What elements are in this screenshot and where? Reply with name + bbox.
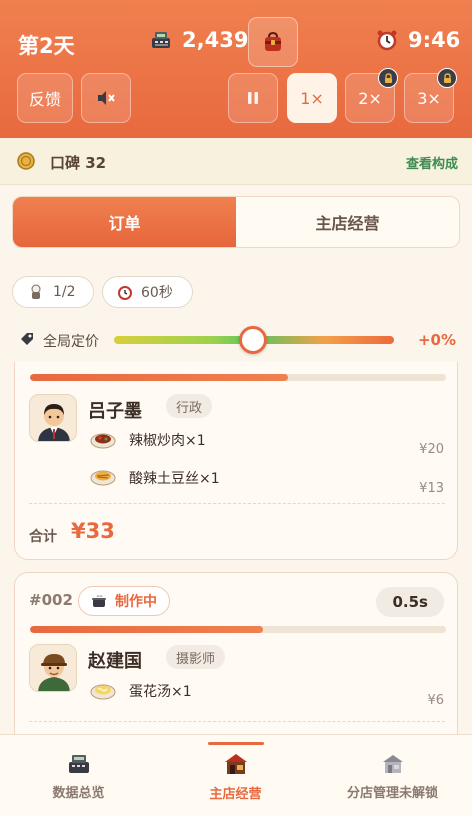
order-card: #002 制作中 0.5s 赵建国 摄影师 蛋花汤×1 ¥6 xyxy=(14,572,458,734)
top-bar: 第2天 2,439 9:46 反馈 1× 2× 3× xyxy=(0,0,472,138)
nav-label: 主店经营 xyxy=(209,786,262,802)
cash-register-icon xyxy=(68,754,89,773)
nav-label: 数据总览 xyxy=(52,785,105,801)
order-timer-pill: 60秒 xyxy=(102,276,193,308)
dish-name: 辣椒炒肉×1 xyxy=(129,433,206,449)
pricing-value: +0% xyxy=(417,331,456,349)
customer-job-tag: 摄影师 xyxy=(166,645,226,669)
shredded-potato-icon xyxy=(90,470,116,486)
day-counter: 第2天 xyxy=(18,34,75,58)
nav-main-store[interactable]: 主店经营 xyxy=(157,735,314,816)
speaker-muted-icon xyxy=(98,91,115,105)
seat-count-pill: 1/2 xyxy=(12,276,94,308)
cash-register-icon xyxy=(152,32,170,48)
businessman-avatar-icon xyxy=(30,395,76,441)
order-time-left: 0.5s xyxy=(376,587,444,617)
customer-avatar xyxy=(29,644,77,692)
speed-2x-button[interactable]: 2× xyxy=(345,68,398,123)
nav-active-indicator xyxy=(208,742,264,745)
alarm-clock-icon xyxy=(118,286,132,300)
backpack-icon xyxy=(265,31,281,51)
lock-icon xyxy=(437,68,457,88)
order-divider xyxy=(29,503,445,504)
dish-price: ¥20 xyxy=(419,442,444,457)
speed-3x-button[interactable]: 3× xyxy=(404,68,457,123)
seat-count: 1/2 xyxy=(53,284,76,300)
money-amount: 2,439 xyxy=(182,28,249,52)
reputation-score: 口碑 32 xyxy=(50,154,107,172)
customer-avatar xyxy=(29,394,77,442)
view-breakdown-link[interactable]: 查看构成 xyxy=(406,153,458,172)
cooking-pot-icon xyxy=(92,595,106,607)
speed-1x-label: 1× xyxy=(300,88,324,108)
tab-main-store[interactable]: 主店经营 xyxy=(236,197,459,247)
order-total-label: 合计 xyxy=(29,529,57,545)
price-tag-icon xyxy=(21,333,33,345)
tab-bar: 订单 主店经营 xyxy=(12,196,460,248)
reputation-medal-icon xyxy=(17,152,35,170)
nav-data-overview[interactable]: 数据总览 xyxy=(0,735,157,816)
photographer-avatar-icon xyxy=(30,645,76,691)
global-pricing-label: 全局定价 xyxy=(43,334,99,350)
clock-time: 9:46 xyxy=(408,28,461,52)
order-timer: 60秒 xyxy=(141,285,173,301)
speed-2x-label: 2× xyxy=(358,88,382,108)
customer-name: 吕子墨 xyxy=(88,401,142,422)
dish-price: ¥6 xyxy=(427,693,444,708)
restaurant-icon xyxy=(224,753,247,774)
feedback-button[interactable]: 反馈 xyxy=(17,73,73,123)
money-display: 2,439 xyxy=(150,28,248,52)
order-number: #002 xyxy=(29,591,73,609)
dish-price: ¥13 xyxy=(419,481,444,496)
order-progress-fill xyxy=(30,374,288,381)
stir-fried-pork-icon xyxy=(90,433,116,449)
order-progress-bar xyxy=(30,626,446,633)
order-card: 吕子墨 行政 辣椒炒肉×1 ¥20 酸辣土豆丝×1 ¥13 合计 ¥33 xyxy=(14,362,458,560)
order-list[interactable]: 吕子墨 行政 辣椒炒肉×1 ¥20 酸辣土豆丝×1 ¥13 合计 ¥33 #00… xyxy=(0,362,472,734)
pause-icon xyxy=(248,92,258,104)
feedback-label: 反馈 xyxy=(28,90,61,109)
speed-1x-button[interactable]: 1× xyxy=(287,73,337,123)
alarm-clock-icon xyxy=(377,30,397,51)
bottom-nav: 数据总览 主店经营 分店管理未解锁 xyxy=(0,734,472,816)
egg-drop-soup-icon xyxy=(90,684,116,700)
order-divider xyxy=(29,721,445,722)
nav-label: 分店管理未解锁 xyxy=(346,785,438,801)
customer-name: 赵建国 xyxy=(88,651,142,672)
tab-orders[interactable]: 订单 xyxy=(13,197,236,247)
dish-name: 蛋花汤×1 xyxy=(129,684,192,700)
customer-job-tag: 行政 xyxy=(166,394,213,418)
order-status-badge: 制作中 xyxy=(78,586,170,616)
pause-button[interactable] xyxy=(228,73,278,123)
order-progress-fill xyxy=(30,626,263,633)
order-status: 制作中 xyxy=(115,594,157,610)
mute-button[interactable] xyxy=(81,73,131,123)
backpack-button[interactable] xyxy=(248,17,298,67)
order-progress-bar xyxy=(30,374,446,381)
order-total: ¥33 xyxy=(71,519,115,543)
nav-branch-locked[interactable]: 分店管理未解锁 xyxy=(314,735,471,816)
branch-store-icon xyxy=(382,754,403,773)
chef-icon xyxy=(31,284,41,299)
lock-icon xyxy=(378,68,398,88)
reputation-bar: 口碑 32 查看构成 xyxy=(0,138,472,185)
pricing-slider-thumb[interactable] xyxy=(239,326,267,354)
speed-3x-label: 3× xyxy=(417,88,441,108)
dish-name: 酸辣土豆丝×1 xyxy=(129,471,220,487)
clock-display: 9:46 xyxy=(376,28,460,52)
global-pricing-row: 全局定价 +0% xyxy=(0,322,472,360)
